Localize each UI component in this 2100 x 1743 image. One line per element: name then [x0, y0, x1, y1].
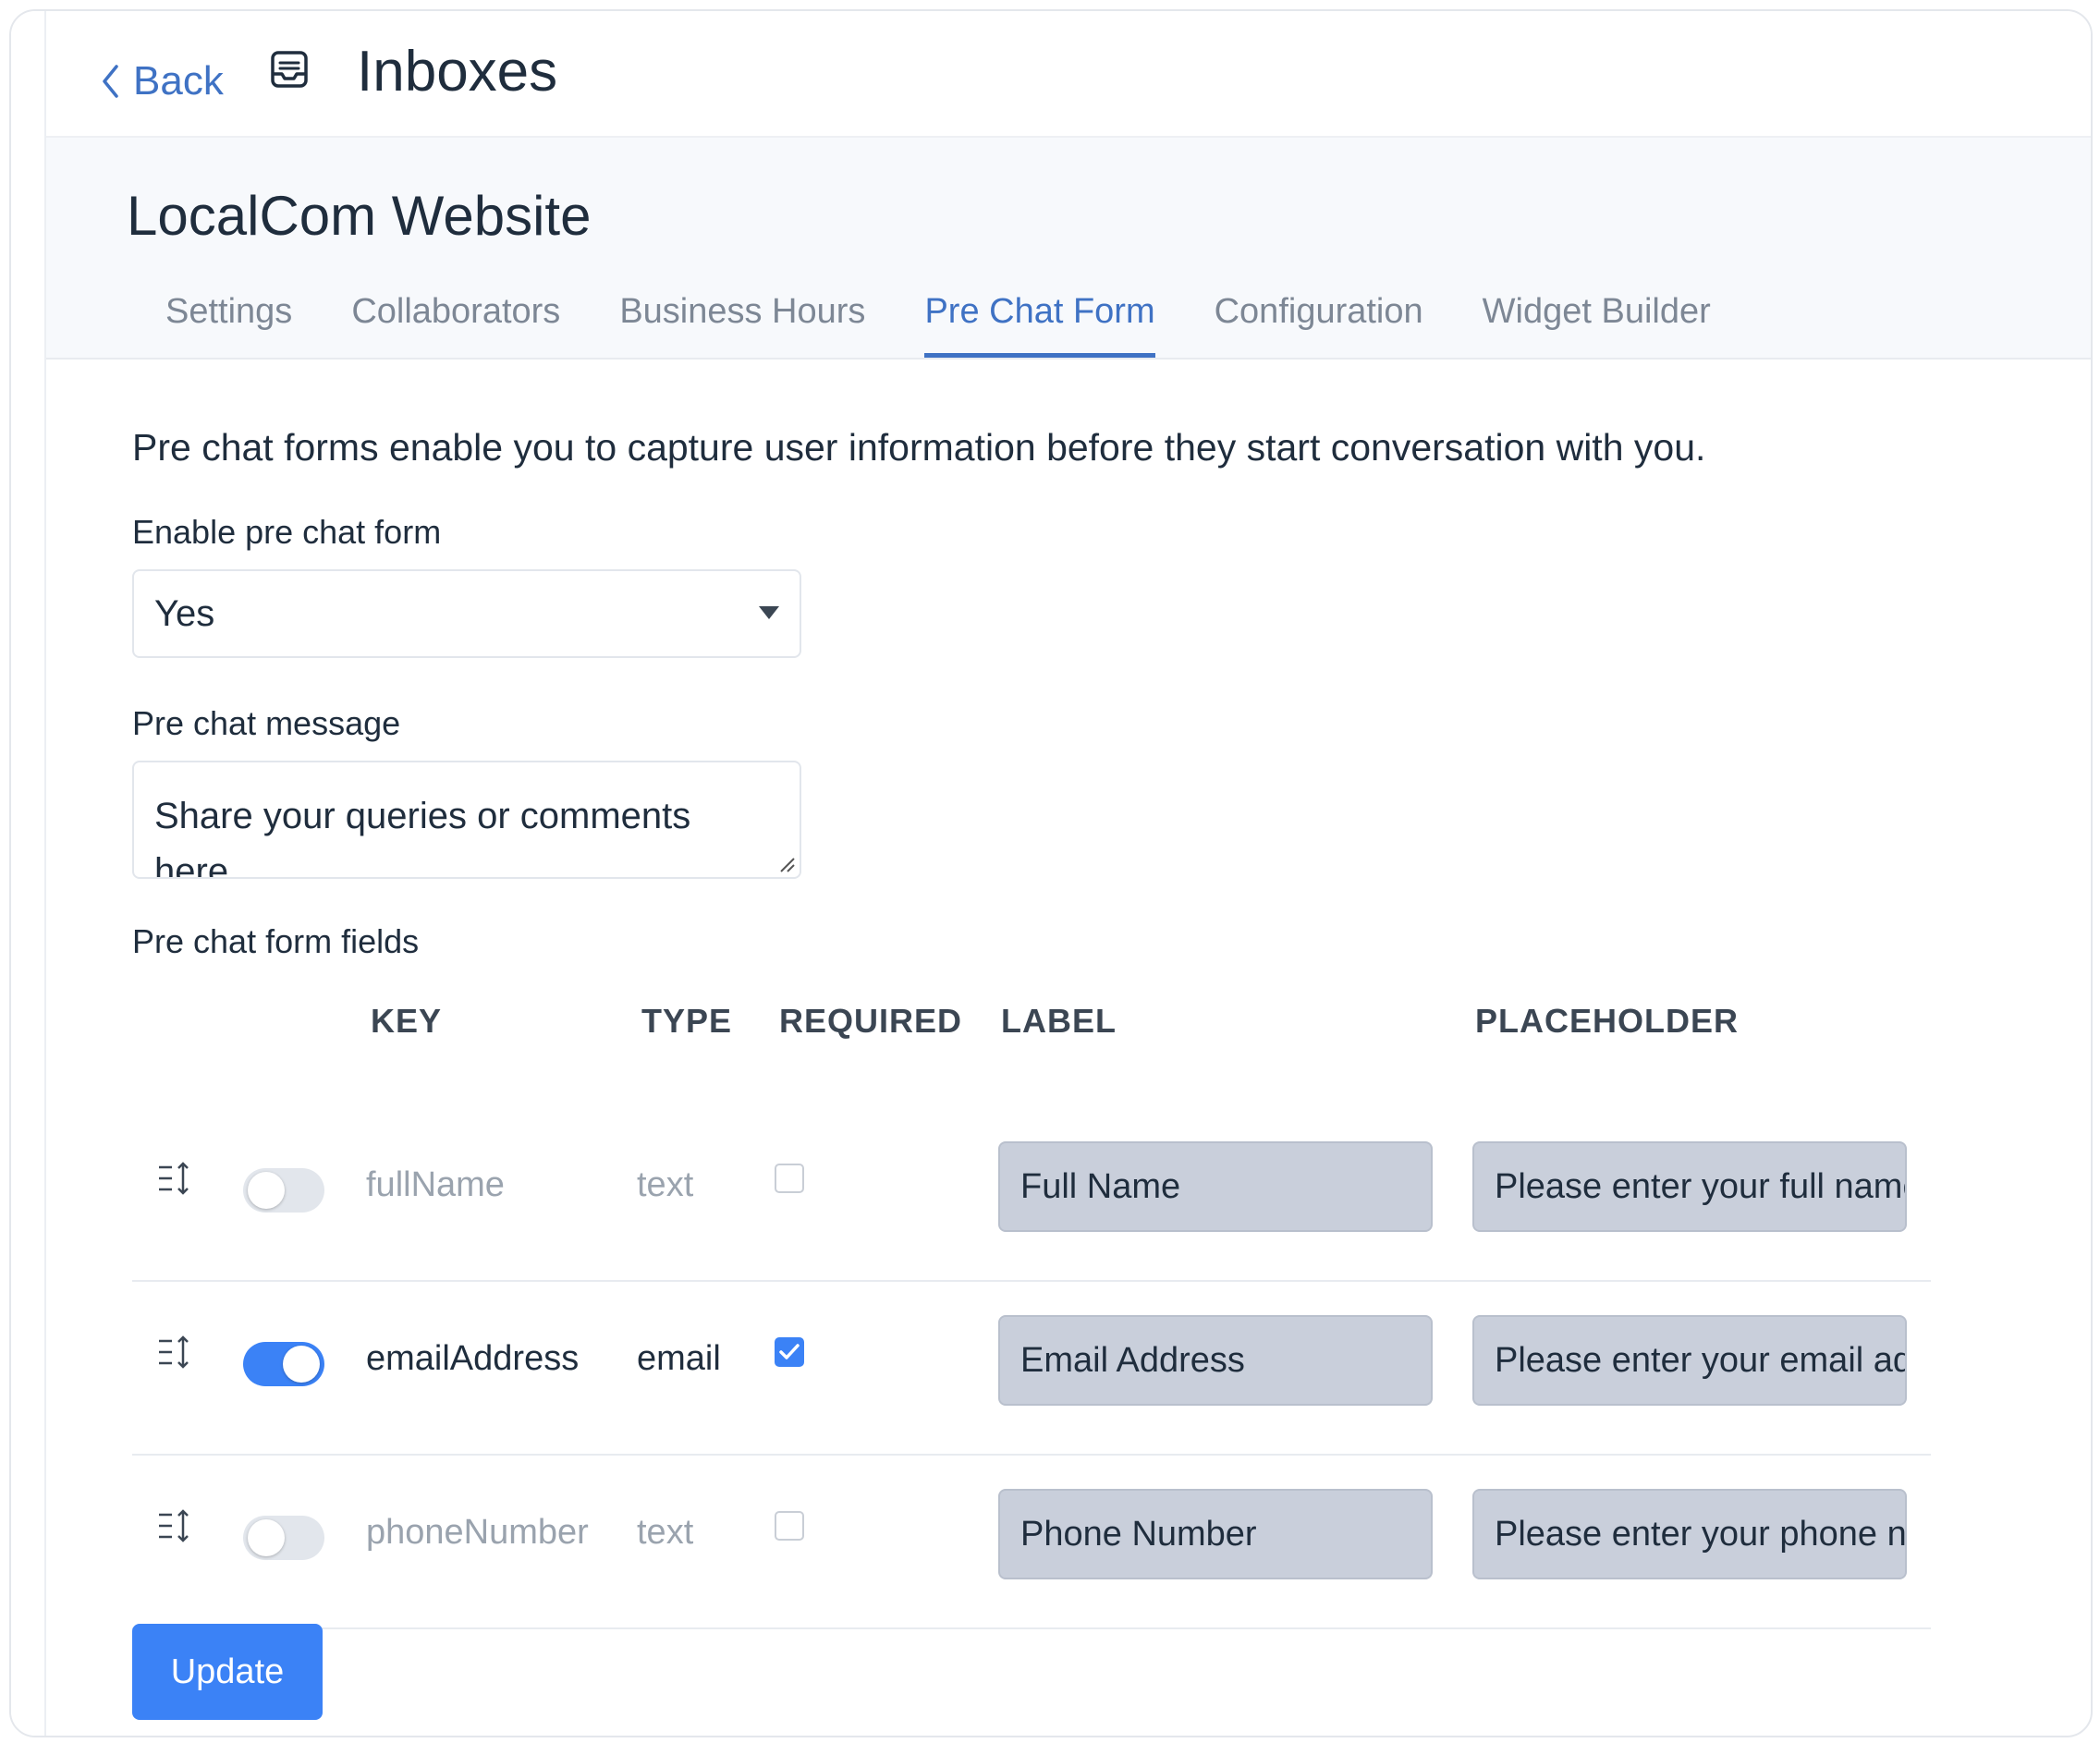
field-placeholder-input[interactable]: Please enter your phone number — [1472, 1489, 1907, 1579]
app-window: Back Inboxes LocalCom Website Settings C… — [9, 9, 2093, 1737]
inbox-icon — [271, 51, 308, 88]
tab-widget-builder[interactable]: Widget Builder — [1483, 286, 1711, 358]
table-row: fullName text Full Name Please enter you… — [132, 1106, 1931, 1282]
message-textarea[interactable]: Share your queries or comments here. — [132, 761, 801, 879]
enable-form-select[interactable]: Yes — [132, 569, 801, 658]
tab-bar: Settings Collaborators Business Hours Pr… — [127, 286, 1731, 358]
field-key: fullName — [366, 1165, 505, 1204]
sidebar-edge — [11, 11, 46, 1736]
checkmark-icon — [779, 1344, 800, 1359]
enable-form-label: Enable pre chat form — [132, 513, 442, 551]
required-checkbox[interactable] — [775, 1511, 804, 1541]
table-row: phoneNumber text Phone Number Please ent… — [132, 1454, 1931, 1629]
column-header-key: KEY — [371, 1002, 443, 1040]
inbox-name: LocalCom Website — [127, 185, 592, 247]
fields-label: Pre chat form fields — [132, 922, 420, 960]
tab-business-hours[interactable]: Business Hours — [619, 286, 865, 358]
required-checkbox[interactable] — [775, 1337, 804, 1367]
column-header-label: LABEL — [1001, 1002, 1117, 1040]
toggle-knob — [248, 1519, 285, 1556]
update-button[interactable]: Update — [132, 1624, 323, 1720]
back-button[interactable]: Back — [100, 44, 224, 118]
field-label-input[interactable]: Full Name — [998, 1141, 1433, 1232]
drag-handle-icon[interactable] — [156, 1334, 193, 1371]
toggle-knob — [283, 1346, 320, 1383]
page-header: Back Inboxes — [46, 11, 2091, 138]
back-label: Back — [133, 58, 224, 104]
inbox-header: LocalCom Website Settings Collaborators … — [46, 138, 2091, 360]
drag-handle-icon[interactable] — [156, 1507, 193, 1544]
field-toggle[interactable] — [243, 1168, 324, 1213]
tab-collaborators[interactable]: Collaborators — [351, 286, 560, 358]
drag-handle-icon[interactable] — [156, 1160, 193, 1197]
field-toggle[interactable] — [243, 1342, 324, 1386]
field-key: phoneNumber — [366, 1513, 589, 1552]
field-label-input[interactable]: Email Address — [998, 1315, 1433, 1406]
column-header-type: TYPE — [641, 1002, 733, 1040]
resize-handle-icon[interactable] — [777, 855, 796, 873]
field-placeholder-input[interactable]: Please enter your email address — [1472, 1315, 1907, 1406]
column-header-placeholder: PLACEHOLDER — [1475, 1002, 1740, 1040]
message-text: Share your queries or comments here. — [154, 796, 691, 879]
pre-chat-form-panel: Pre chat forms enable you to capture use… — [132, 358, 2091, 1736]
field-label-input[interactable]: Phone Number — [998, 1489, 1433, 1579]
caret-down-icon — [759, 606, 779, 619]
tab-settings[interactable]: Settings — [165, 286, 292, 358]
field-key: emailAddress — [366, 1339, 580, 1378]
tab-pre-chat-form[interactable]: Pre Chat Form — [924, 286, 1155, 358]
message-label: Pre chat message — [132, 704, 401, 742]
chevron-left-icon — [103, 65, 118, 98]
table-row: emailAddress email Email Address Please … — [132, 1280, 1931, 1456]
form-description: Pre chat forms enable you to capture use… — [132, 426, 1706, 469]
page-title: Inboxes — [357, 40, 558, 104]
toggle-knob — [248, 1172, 285, 1209]
required-checkbox[interactable] — [775, 1164, 804, 1193]
field-type: email — [637, 1339, 721, 1378]
field-type: text — [637, 1513, 694, 1552]
enable-form-value: Yes — [154, 593, 215, 634]
field-placeholder-input[interactable]: Please enter your full name — [1472, 1141, 1907, 1232]
field-type: text — [637, 1165, 694, 1204]
column-header-required: REQUIRED — [779, 1002, 963, 1040]
tab-configuration[interactable]: Configuration — [1215, 286, 1423, 358]
field-toggle[interactable] — [243, 1516, 324, 1560]
